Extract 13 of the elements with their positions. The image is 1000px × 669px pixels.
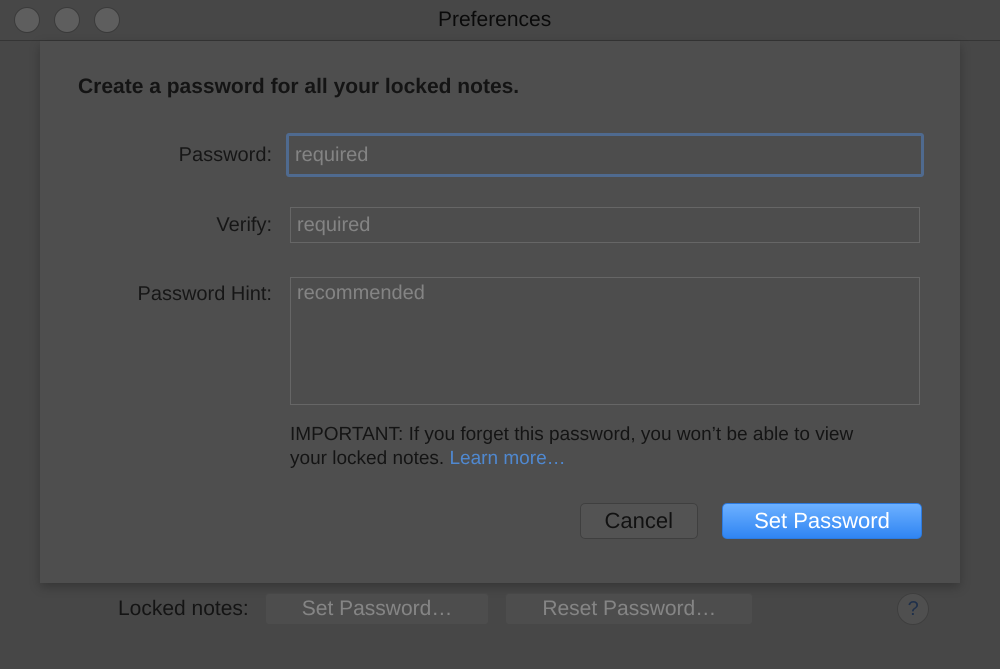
notice-text: IMPORTANT: If you forget this password, you won’t be able to view your locked notes. Learn more… (290, 423, 854, 471)
set-password-button[interactable]: Set Password (722, 503, 922, 539)
zoom-button[interactable] (94, 7, 120, 33)
field-label: Password Hint: (136, 282, 272, 306)
close-button[interactable] (14, 7, 40, 33)
learn-more-link[interactable]: Learn more… (449, 448, 566, 469)
field-label: Password: (178, 144, 272, 166)
window-title: Preferences (438, 8, 552, 32)
help-button[interactable]: ? (897, 593, 930, 625)
field-label: Verify: (215, 214, 272, 236)
sheet-heading: Create a password for all your locked notes. (78, 75, 520, 99)
minimize-button[interactable] (54, 7, 80, 33)
cancel-button[interactable]: Cancel (580, 503, 698, 539)
